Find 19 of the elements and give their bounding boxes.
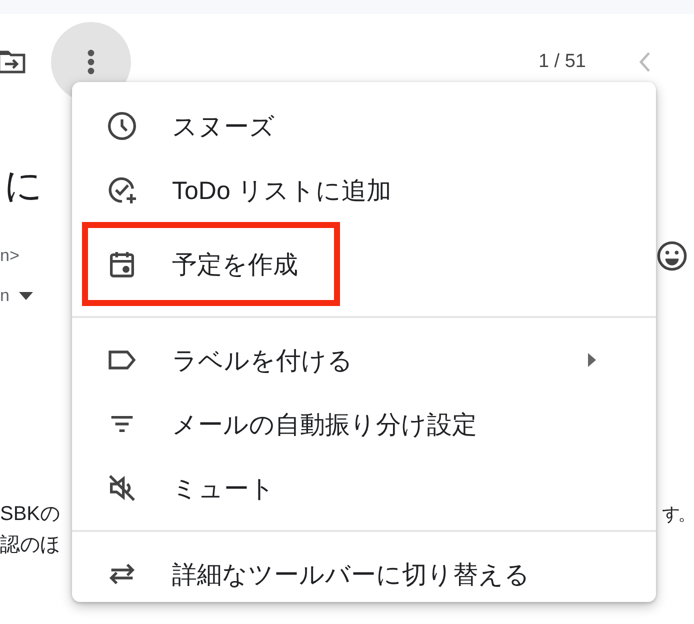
body-text: す。 <box>662 502 694 526</box>
menu-item[interactable]: ミュート <box>72 456 656 520</box>
menu-item[interactable]: ToDo リストに追加 <box>72 158 656 222</box>
subject-text: に <box>4 165 43 207</box>
recipient-text: n <box>0 286 10 306</box>
menu-item[interactable]: メールの自動振り分け設定 <box>72 392 656 456</box>
menu-item[interactable]: 予定を作成 <box>82 222 340 306</box>
menu-item[interactable]: 詳細なツールバーに切り替える <box>72 542 656 606</box>
body-text: SBKの <box>0 502 60 527</box>
move-to-folder-icon[interactable] <box>0 49 27 75</box>
menu-item[interactable]: スヌーズ <box>72 94 656 158</box>
message-counter: 1 / 51 <box>538 51 586 73</box>
menu-item[interactable]: ラベルを付ける <box>72 328 656 392</box>
dropdown-caret-icon[interactable] <box>19 292 34 300</box>
emoji-icon[interactable] <box>656 240 688 272</box>
more-vertical-icon <box>87 49 95 75</box>
body-text: 認のほ <box>0 533 60 558</box>
sender-address: n> <box>0 246 20 266</box>
clock-icon <box>106 110 138 142</box>
